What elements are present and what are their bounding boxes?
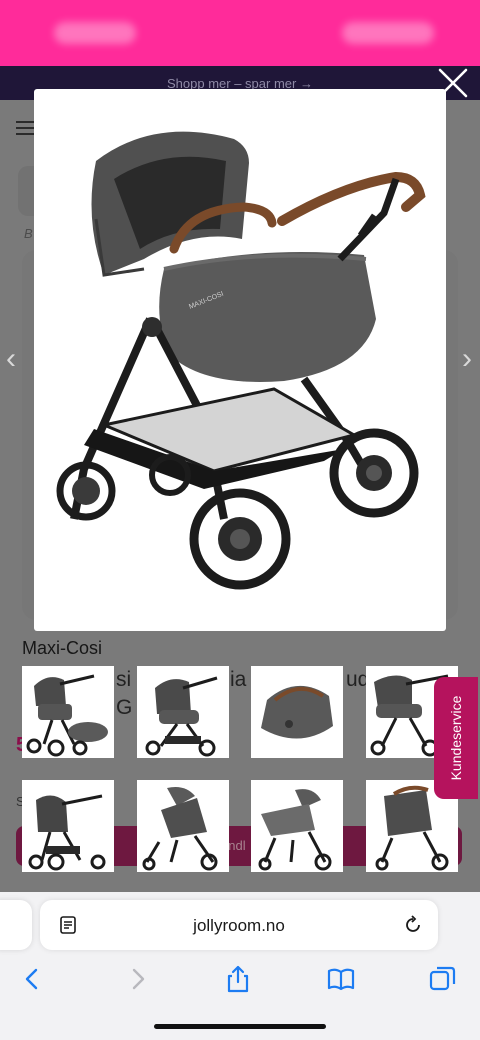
- site-header: [0, 0, 480, 66]
- header-blurred-content: [54, 22, 136, 44]
- gallery-thumbnail[interactable]: [251, 666, 343, 758]
- tabs-icon[interactable]: [428, 964, 458, 994]
- stroller-image: [258, 789, 332, 871]
- share-icon[interactable]: [223, 964, 253, 994]
- reload-icon[interactable]: [402, 914, 424, 936]
- close-icon[interactable]: [437, 67, 469, 99]
- forward-icon[interactable]: [122, 964, 152, 994]
- image-lightbox: MAXI-COSI: [34, 89, 446, 631]
- home-indicator: [154, 1024, 326, 1029]
- gallery-next-icon[interactable]: ›: [462, 342, 472, 376]
- back-icon[interactable]: [18, 964, 48, 994]
- stroller-image: [145, 676, 218, 757]
- customer-service-tab[interactable]: Kundeservice: [434, 677, 478, 799]
- bookmarks-icon[interactable]: [326, 964, 356, 994]
- header-blurred-content: [342, 22, 434, 44]
- stroller-main-image: MAXI-COSI: [56, 131, 426, 590]
- carrycot-image: [261, 685, 333, 739]
- gallery-prev-icon[interactable]: ‹: [6, 342, 16, 376]
- gallery-thumbnail[interactable]: [251, 780, 343, 872]
- customer-service-label: Kundeservice: [448, 695, 464, 781]
- menu-icon[interactable]: [16, 121, 36, 135]
- product-title: G: [116, 696, 133, 719]
- stroller-image: [26, 674, 108, 757]
- product-title: si: [116, 668, 132, 691]
- gallery-thumbnail[interactable]: [22, 666, 114, 758]
- address-bar[interactable]: jollyroom.no: [40, 900, 438, 950]
- gallery-thumbnail[interactable]: [22, 780, 114, 872]
- stroller-image: [142, 787, 218, 871]
- url-text[interactable]: jollyroom.no: [40, 916, 438, 936]
- gallery-thumbnail[interactable]: [137, 780, 229, 872]
- breadcrumb[interactable]: B: [24, 226, 33, 241]
- previous-tab-peek[interactable]: [0, 900, 32, 950]
- product-brand[interactable]: Maxi-Cosi: [22, 638, 102, 659]
- car-seat-image: [28, 794, 106, 871]
- browser-chrome: jollyroom.no: [0, 892, 480, 1040]
- product-title: ia: [230, 668, 247, 691]
- gallery-thumbnail[interactable]: [137, 666, 229, 758]
